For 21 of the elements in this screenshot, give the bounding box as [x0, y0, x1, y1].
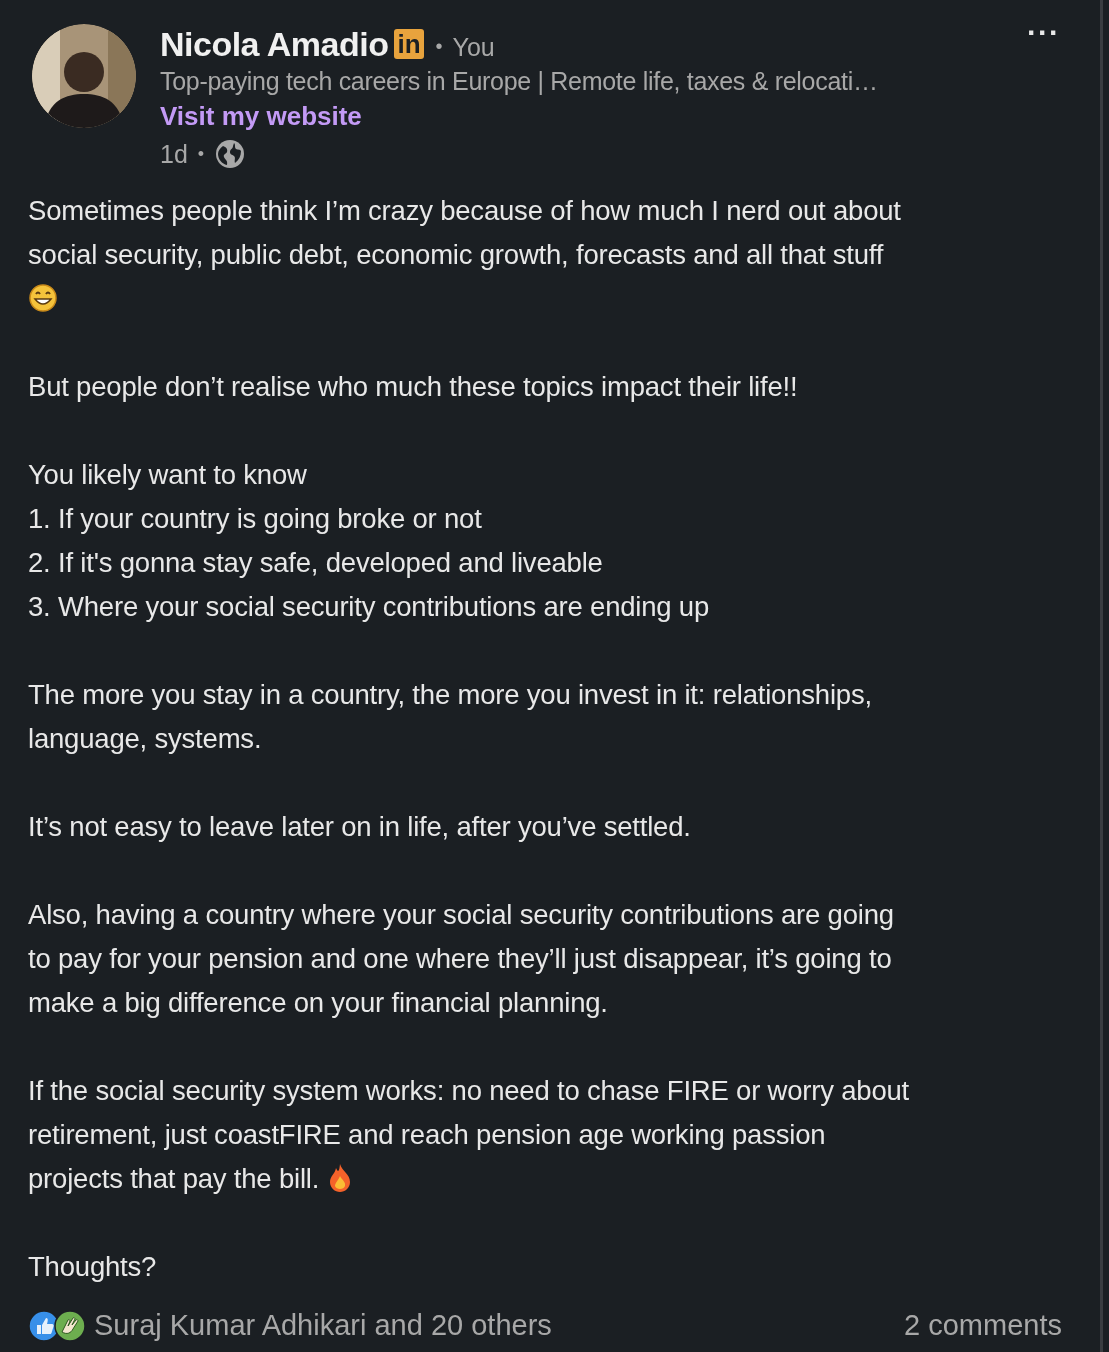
separator-dot: •	[435, 34, 443, 58]
post-paragraph: The more you stay in a country, the more you invest in it: relationships, language, systems.	[28, 678, 873, 756]
post-paragraph: But people don’t realise who much these topics impact their life!!	[28, 370, 799, 404]
linkedin-badge: in	[394, 29, 424, 59]
more-options-button[interactable]: ···	[1027, 16, 1060, 50]
post-paragraph: It’s not easy to leave later on in life, after you’ve settled.	[28, 810, 692, 844]
comments-count[interactable]: 2 comments	[904, 1309, 1062, 1342]
globe-icon	[214, 138, 247, 170]
post-paragraph: You likely want to know 1. If your country is going broke or not 2. If it's gonna stay safe, developed and liveable 3. Where your social security contributions are ending up	[28, 458, 711, 624]
separator-dot: •	[197, 143, 205, 165]
website-link[interactable]: Visit my website	[160, 98, 362, 134]
connection-degree: You	[452, 32, 495, 62]
post-paragraph: Also, having a country where your social security contributions are going to pay for your pension and one where they’ll just disappear, it’s going to make a big difference on your financial planning.	[28, 898, 895, 1020]
reactions-summary[interactable]: Suraj Kumar Adhikari and 20 others	[94, 1309, 552, 1342]
post-paragraph: Thoughts?	[28, 1250, 158, 1284]
post-paragraph: If the social security system works: no need to chase FIRE or worry about retirement, just coastFIRE and reach pension age working passion projects that pay the bill.	[28, 1074, 911, 1196]
post-paragraph: Sometimes people think I’m crazy because of how much I nerd out about social security, public debt, economic growth, forecasts and all that stuff	[28, 189, 1100, 321]
author-name[interactable]: Nicola Amadio	[160, 24, 389, 64]
post-time: 1d	[160, 139, 188, 169]
reaction-icons[interactable]	[28, 1309, 86, 1342]
author-headline: Top-paying tech careers in Europe | Remote life, taxes & relocati…	[160, 66, 878, 97]
